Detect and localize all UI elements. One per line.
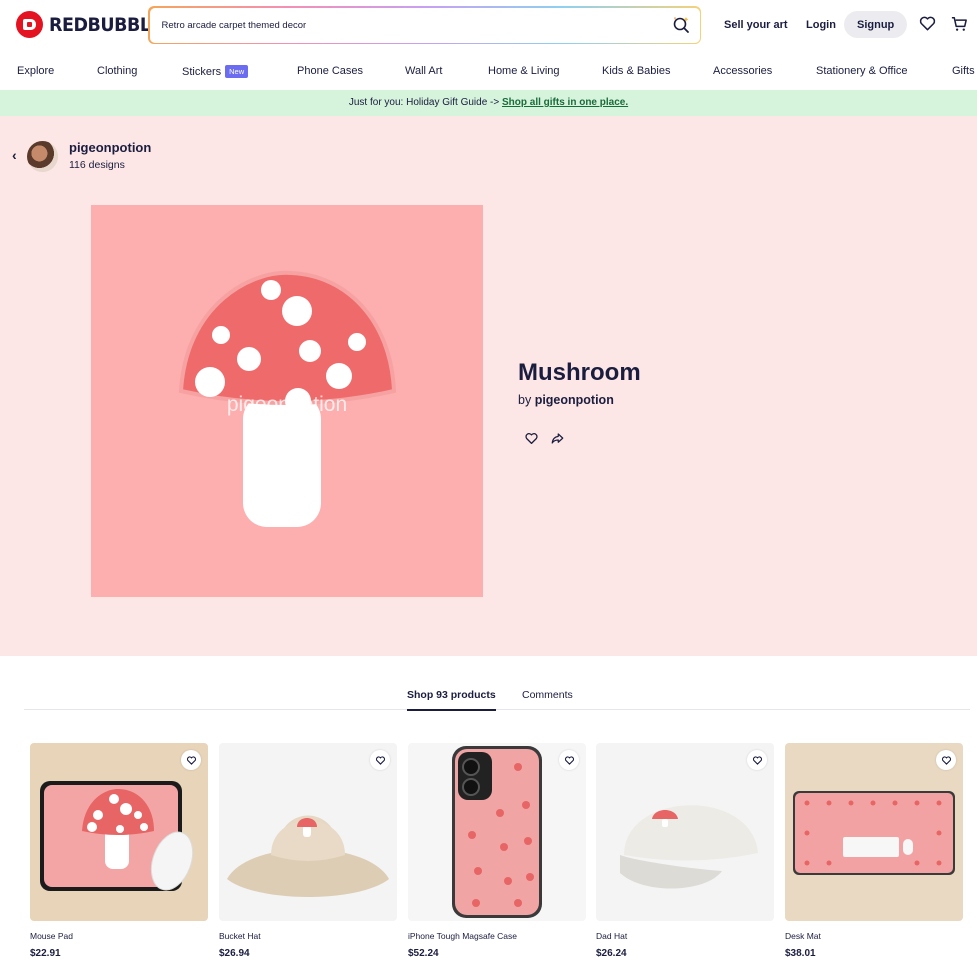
category-stationery-office[interactable]: Stationery & Office: [816, 65, 908, 77]
product-image-bucket-hat[interactable]: [219, 743, 397, 921]
banner-text: Just for you: Holiday Gift Guide ->: [348, 97, 502, 108]
design-title: Mushroom: [518, 359, 641, 386]
tab-comments[interactable]: Comments: [522, 689, 573, 701]
header: REDBUBBLE Retro arcade carpet themed dec…: [0, 0, 977, 50]
byline-prefix: by: [518, 393, 535, 407]
product-price: $26.94: [219, 948, 250, 959]
artwork-image[interactable]: pigeonpotion: [91, 205, 483, 597]
product-image-desk-mat[interactable]: [785, 743, 963, 921]
signup-button[interactable]: Signup: [844, 11, 908, 38]
category-explore[interactable]: Explore: [17, 65, 54, 77]
category-phone-cases[interactable]: Phone Cases: [297, 65, 363, 77]
share-icon[interactable]: [550, 431, 565, 446]
product-name[interactable]: Bucket Hat: [219, 931, 397, 941]
byline-artist-link[interactable]: pigeonpotion: [535, 393, 614, 407]
product-card[interactable]: Dad Hat $26.24: [596, 743, 774, 959]
watermark: pigeonpotion: [226, 393, 348, 416]
product-image-mouse-pad[interactable]: [30, 743, 208, 921]
promo-banner: Just for you: Holiday Gift Guide -> Shop…: [0, 90, 977, 116]
logo-icon: [16, 11, 43, 38]
category-home-living[interactable]: Home & Living: [488, 65, 560, 77]
category-stickers-label: Stickers: [182, 66, 222, 78]
favorite-heart-icon[interactable]: [181, 750, 201, 770]
login-link[interactable]: Login: [806, 11, 836, 38]
banner-link[interactable]: Shop all gifts in one place.: [502, 97, 628, 108]
cart-icon[interactable]: [950, 14, 969, 33]
artist-name[interactable]: pigeonpotion: [69, 140, 151, 155]
favorite-heart-icon[interactable]: [524, 431, 539, 446]
product-card[interactable]: iPhone Tough Magsafe Case $52.24: [408, 743, 586, 959]
product-tabs: Shop 93 products Comments: [24, 684, 970, 711]
category-accessories[interactable]: Accessories: [713, 65, 772, 77]
favorite-heart-icon[interactable]: [747, 750, 767, 770]
product-name[interactable]: Dad Hat: [596, 931, 774, 941]
category-kids-babies[interactable]: Kids & Babies: [602, 65, 670, 77]
product-price: $38.01: [785, 948, 816, 959]
category-stickers[interactable]: Stickers New: [182, 65, 249, 78]
artist-avatar[interactable]: [27, 141, 58, 172]
product-name[interactable]: Mouse Pad: [30, 931, 208, 941]
tab-shop-products[interactable]: Shop 93 products: [407, 689, 496, 711]
favorite-heart-icon[interactable]: [370, 750, 390, 770]
favorite-heart-icon[interactable]: [936, 750, 956, 770]
category-clothing[interactable]: Clothing: [97, 65, 137, 77]
back-chevron-icon[interactable]: ‹: [12, 147, 17, 163]
category-wall-art[interactable]: Wall Art: [405, 65, 443, 77]
product-price: $26.24: [596, 948, 627, 959]
product-price: $52.24: [408, 948, 439, 959]
sell-your-art-link[interactable]: Sell your art: [724, 11, 788, 38]
product-image-dad-hat[interactable]: [596, 743, 774, 921]
product-price: $22.91: [30, 948, 61, 959]
new-badge: New: [225, 65, 249, 78]
category-gifts[interactable]: Gifts: [952, 65, 975, 77]
favorite-heart-icon[interactable]: [559, 750, 579, 770]
artist-design-count: 116 designs: [69, 159, 125, 171]
design-byline: by pigeonpotion: [518, 393, 614, 407]
heart-icon[interactable]: [918, 14, 937, 33]
product-name[interactable]: Desk Mat: [785, 931, 963, 941]
search-icon[interactable]: [671, 15, 691, 35]
design-hero: ‹ pigeonpotion 116 designs pigeonpotion …: [0, 116, 977, 656]
product-card[interactable]: Desk Mat $38.01: [785, 743, 963, 959]
category-nav: Explore Clothing Stickers New Phone Cases…: [0, 58, 977, 86]
search-bar[interactable]: Retro arcade carpet themed decor: [148, 6, 701, 44]
product-image-phone-case[interactable]: [408, 743, 586, 921]
product-card[interactable]: Bucket Hat $26.94: [219, 743, 397, 959]
search-input[interactable]: Retro arcade carpet themed decor: [162, 20, 307, 31]
product-card[interactable]: Mouse Pad $22.91: [30, 743, 208, 959]
logo-text: REDBUBBLE: [49, 13, 163, 36]
product-name[interactable]: iPhone Tough Magsafe Case: [408, 931, 586, 941]
